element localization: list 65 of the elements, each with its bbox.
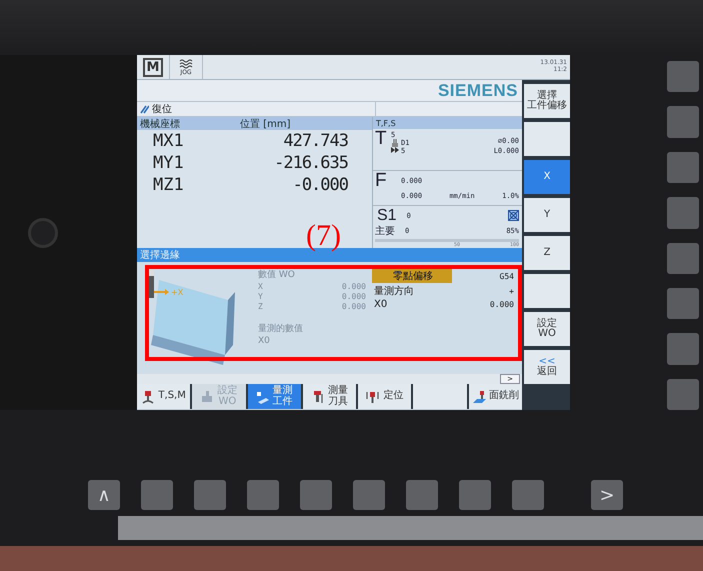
softkey[interactable]: << 返回	[524, 350, 570, 384]
axis-name: X	[258, 282, 263, 291]
axis-value: 0.000	[342, 292, 366, 301]
channel-status: 復位	[152, 103, 172, 116]
axis-name: MX1	[152, 131, 185, 151]
next-tool-icon	[391, 147, 399, 154]
slash-icon	[140, 104, 149, 114]
axis-name: MZ1	[152, 175, 185, 195]
feed-label: F	[374, 171, 388, 194]
softkey[interactable]	[524, 122, 570, 156]
axis-name: Y	[258, 292, 263, 301]
hardware-key[interactable]	[667, 288, 699, 320]
softkey[interactable]: 設定 WO	[524, 312, 570, 346]
parameter-value: +	[509, 286, 514, 296]
section-title: 數值 WO	[258, 268, 296, 281]
mode-key[interactable]: M	[142, 58, 164, 76]
softkey[interactable]: 面銑削	[468, 384, 522, 409]
parameter-value: 0.000	[490, 300, 514, 309]
softkey[interactable]: 選擇 工件偏移	[524, 84, 570, 118]
workpiece-icon	[200, 390, 214, 404]
spindle-icon	[141, 390, 156, 404]
spindle-label: S1	[376, 208, 397, 224]
axis-name: MY1	[152, 153, 185, 173]
softkey[interactable]: Y	[524, 198, 570, 232]
panel-title: T,F,S	[373, 117, 522, 130]
softkey[interactable]: T,S,M	[137, 384, 190, 409]
parameter-label: 零點偏移	[372, 269, 452, 283]
hardware-key[interactable]: ∧	[88, 480, 120, 510]
softkey[interactable]	[524, 274, 570, 308]
arrow-icon	[154, 289, 169, 295]
column-title: 機械座標	[139, 118, 181, 130]
axis-value: 0.000	[342, 302, 366, 311]
cutter-icon	[391, 139, 399, 148]
softkey[interactable]: 測量 刀具	[302, 384, 356, 409]
hardware-key[interactable]: >	[591, 480, 623, 510]
softkey[interactable]	[413, 384, 467, 409]
softkey[interactable]: Z	[524, 236, 570, 270]
knob	[28, 218, 58, 248]
axis-position: -0.000	[292, 175, 348, 195]
hardware-key[interactable]	[667, 378, 699, 410]
hardware-key[interactable]	[667, 61, 699, 92]
brand-logo: SIEMENS	[438, 80, 518, 100]
field-label: X0	[258, 336, 271, 346]
spindle-stop-icon	[508, 210, 519, 222]
axis-value: 0.000	[342, 282, 366, 291]
spindle-sub-label: 主要	[375, 224, 395, 238]
parameter-label: X0	[373, 299, 388, 310]
workpiece-icon	[256, 390, 270, 404]
axis-position: 427.743	[282, 131, 348, 151]
axis-name: Z	[258, 302, 263, 311]
wave-icon	[179, 58, 193, 68]
hardware-key[interactable]	[667, 152, 699, 184]
column-title: 位置 [mm]	[240, 118, 290, 130]
milling-icon	[472, 390, 486, 404]
softkey[interactable]: 定位	[358, 384, 412, 409]
softkey[interactable]: X	[524, 160, 570, 194]
tool-icon	[366, 390, 380, 404]
hardware-key[interactable]	[667, 242, 699, 274]
tool-label: T	[374, 129, 388, 152]
parameter-label: 量測方向	[373, 284, 415, 298]
direction-label: +X	[171, 288, 184, 297]
parameter-value: G54	[500, 272, 514, 280]
section-title: 量測的數值	[258, 322, 304, 335]
softkey[interactable]: 量測 工件	[248, 384, 301, 409]
axis-position: -216.635	[273, 153, 348, 173]
